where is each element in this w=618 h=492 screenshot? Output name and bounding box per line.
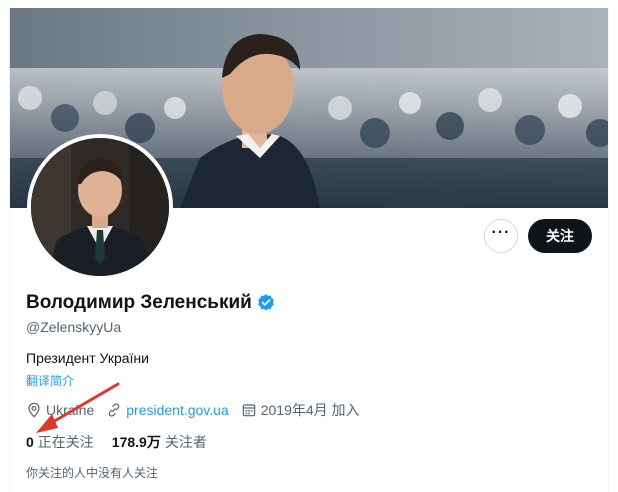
- verified-badge-icon[interactable]: [256, 293, 276, 313]
- follow-counts-row: 0 正在关注 178.9万 关注者: [26, 432, 225, 452]
- website-item: president.gov.ua: [106, 402, 229, 418]
- following-label: 正在关注: [37, 434, 94, 450]
- user-handle: @ZelenskyyUa: [26, 319, 122, 335]
- following-count-link[interactable]: 0 正在关注: [26, 432, 94, 452]
- link-icon: [109, 403, 120, 417]
- profile-meta-row: Ukraine president.gov.ua 2019年4月 加入: [26, 400, 372, 420]
- profile-avatar[interactable]: [27, 134, 173, 280]
- more-options-button[interactable]: ···: [484, 219, 518, 253]
- followers-count: 178.9万: [111, 434, 161, 450]
- calendar-icon: [242, 404, 256, 417]
- display-name: Володимир Зеленський: [26, 292, 252, 313]
- following-count: 0: [26, 434, 34, 450]
- display-name-row: Володимир Зеленський: [26, 292, 276, 314]
- follow-button[interactable]: 关注: [528, 219, 592, 253]
- translate-bio-link[interactable]: 翻译简介: [26, 372, 74, 389]
- joined-date: 2019年4月 加入: [260, 402, 360, 418]
- location-pin-icon: [28, 402, 40, 418]
- more-dots-icon: ···: [491, 224, 511, 241]
- profile-card: ··· 关注 Володимир Зеленський @ZelenskyyUa…: [9, 8, 609, 492]
- followers-count-link[interactable]: 178.9万 关注者: [112, 432, 207, 452]
- profile-bio: Президент України: [26, 350, 149, 366]
- joined-item: 2019年4月 加入: [241, 400, 360, 420]
- location-item: Ukraine: [26, 402, 94, 418]
- followers-label: 关注者: [164, 434, 207, 450]
- location-text: Ukraine: [46, 402, 95, 418]
- followers-you-know-note: 你关注的人中没有人关注: [26, 466, 159, 480]
- website-link[interactable]: president.gov.ua: [126, 402, 228, 418]
